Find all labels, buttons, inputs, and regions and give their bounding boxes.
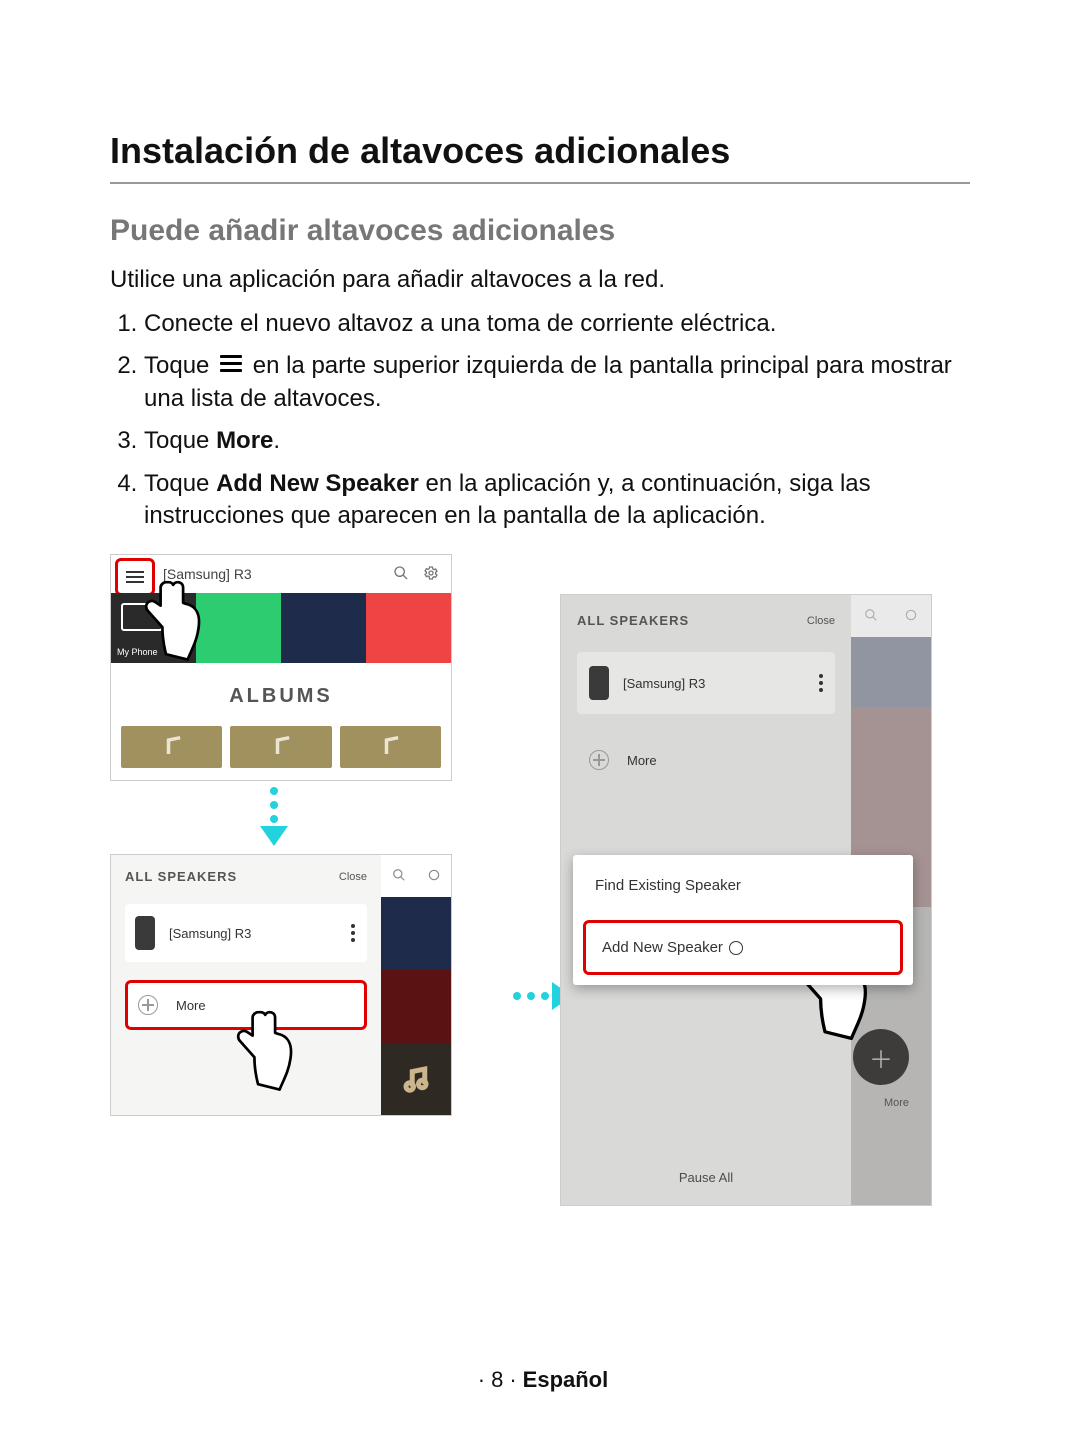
overflow-icon[interactable] [351,924,355,942]
tile-red[interactable] [366,593,451,663]
tap-target-icon [729,941,743,955]
find-existing-speaker-item[interactable]: Find Existing Speaker [573,855,913,916]
overflow-icon[interactable] [819,674,823,692]
album-thumb[interactable] [230,726,331,768]
more-row[interactable]: More [577,736,835,784]
hamburger-icon [220,355,242,375]
screenshot-add-popup: ALL SPEAKERS Close [Samsung] R3 More ＋ M… [560,594,932,1206]
more-popup: Find Existing Speaker Add New Speaker [573,855,913,985]
plus-icon [589,750,609,770]
pause-all-label: Pause All [561,1170,851,1185]
step-3: Toque More. [144,425,970,457]
pointer-hand-icon [137,575,213,665]
speaker-row[interactable]: [Samsung] R3 [125,904,367,962]
intro-text: Utilice una aplicación para añadir altav… [110,266,970,294]
close-button[interactable]: Close [339,871,367,883]
settings-icon[interactable] [423,565,439,584]
page-footer: ·8·Español [0,1367,1080,1393]
search-icon[interactable] [392,868,406,885]
settings-icon[interactable] [904,608,918,625]
albums-header: ALBUMS [111,663,451,726]
tile-navy[interactable] [281,593,366,663]
album-thumb[interactable] [340,726,441,768]
step-4: Toque Add New Speaker en la aplicación y… [144,468,970,533]
step-1: Conecte el nuevo altavoz a una toma de c… [144,308,970,340]
page-title: Instalación de altavoces adicionales [110,130,970,172]
speaker-row[interactable]: [Samsung] R3 [577,652,835,714]
screenshot-speakers-more: ALL SPEAKERS Close [Samsung] R3 More [110,854,452,1116]
arrow-down-icon [260,784,288,846]
search-icon[interactable] [393,565,409,584]
settings-icon[interactable] [427,868,441,885]
step-2: Toque en la parte superior izquierda de … [144,350,970,415]
instruction-list: Conecte el nuevo altavoz a una toma de c… [110,308,970,532]
add-new-speaker-item[interactable]: Add New Speaker [583,920,903,975]
close-button[interactable]: Close [807,615,835,627]
divider [110,182,970,184]
album-thumb[interactable] [121,726,222,768]
plus-icon [138,995,158,1015]
search-icon[interactable] [864,608,878,625]
speaker-icon [135,916,155,950]
all-speakers-header: ALL SPEAKERS [577,613,689,628]
speaker-icon [589,666,609,700]
section-subtitle: Puede añadir altavoces adicionales [110,214,970,248]
screenshot-home: [Samsung] R3 My Phone ALBUMS [110,554,452,781]
right-more-label: More [884,1097,909,1109]
pointer-hand-icon [229,1005,305,1095]
all-speakers-header: ALL SPEAKERS [125,869,237,884]
figures-area: [Samsung] R3 My Phone ALBUMS [110,554,970,1294]
